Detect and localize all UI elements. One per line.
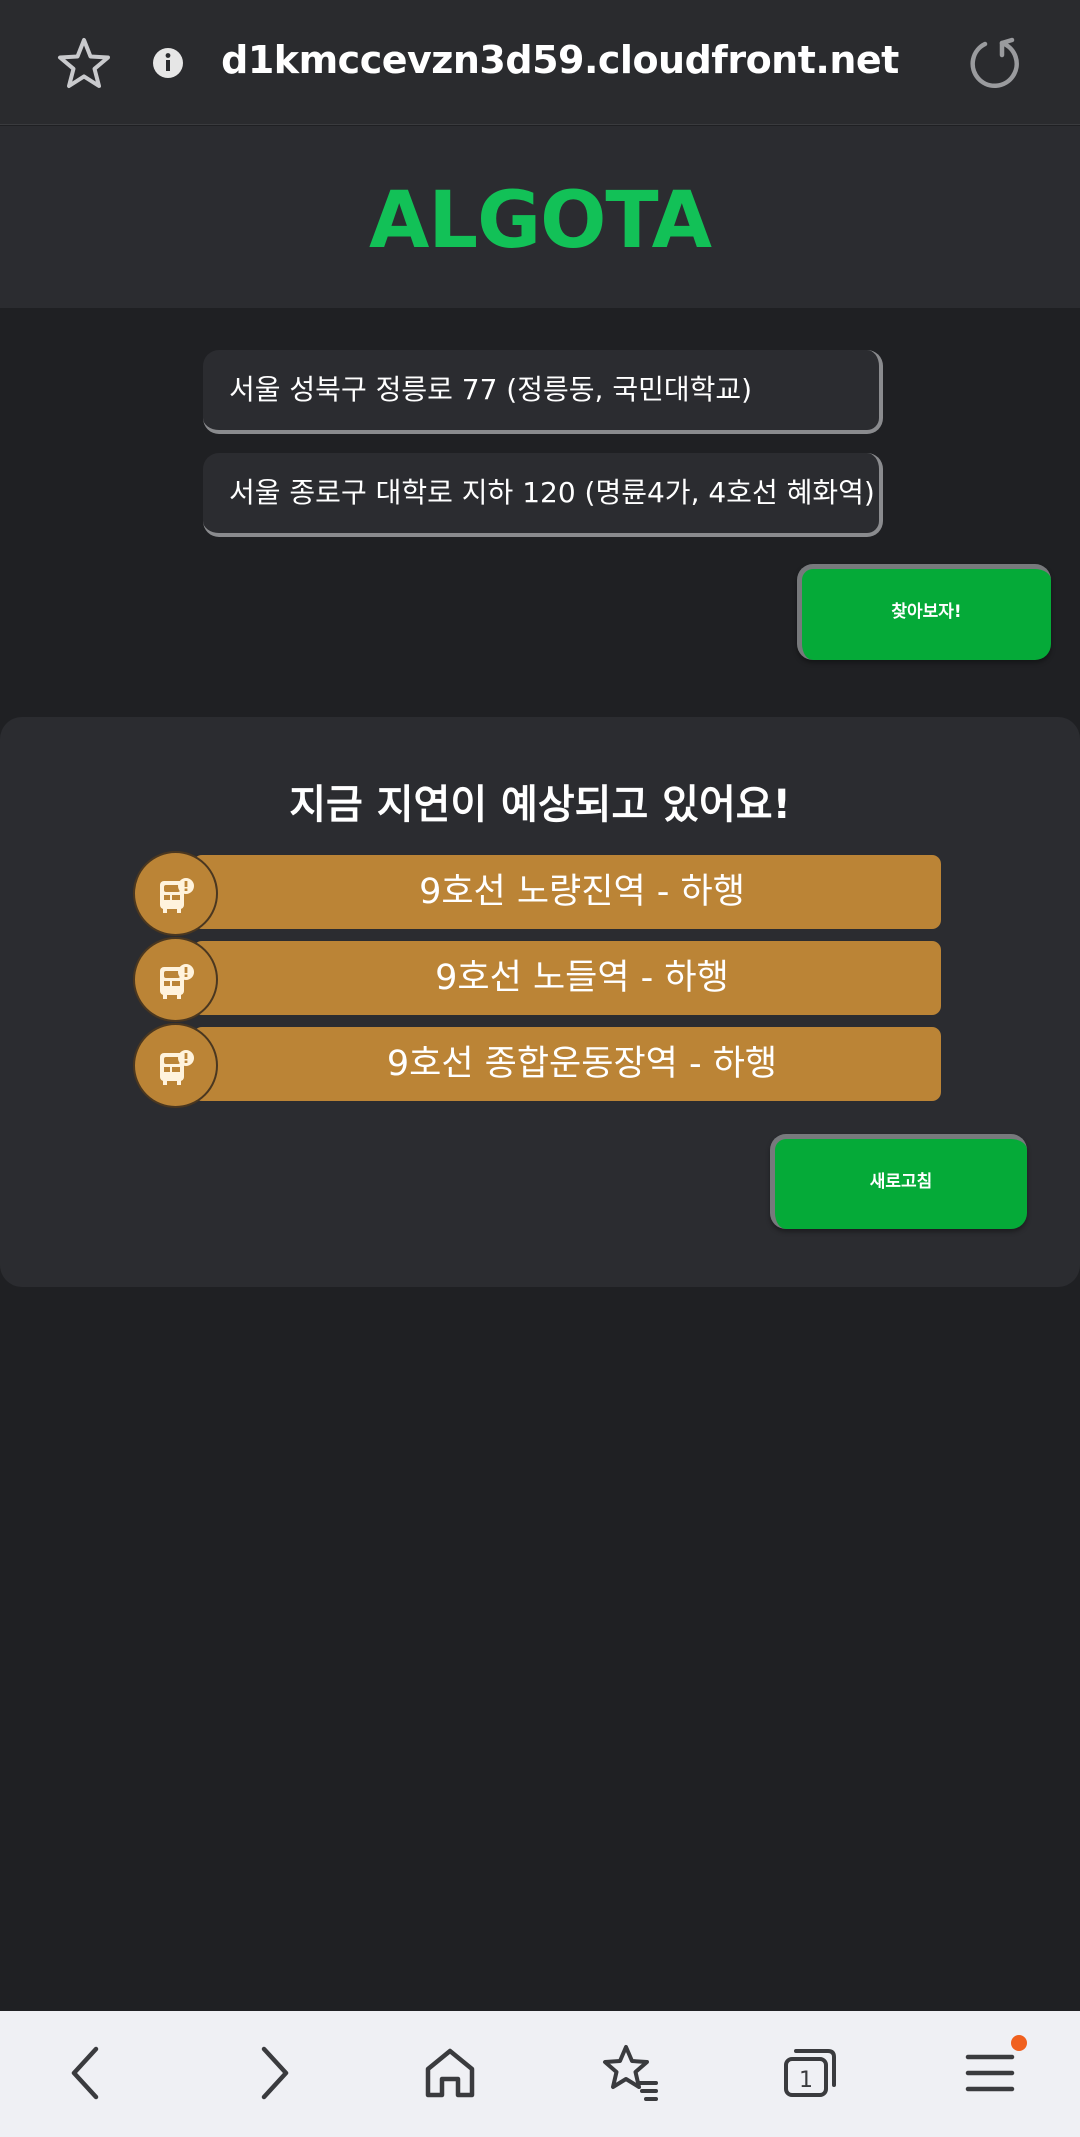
- favorites-list-icon[interactable]: [598, 2041, 662, 2105]
- delay-panel-title: 지금 지연이 예상되고 있어요!: [289, 782, 791, 828]
- destination-address-input[interactable]: 서울 종로구 대학로 지하 120 (명륜4가, 4호선 혜화역): [203, 453, 883, 537]
- forward-icon[interactable]: [240, 2041, 304, 2105]
- address-bar-url[interactable]: d1kmccevzn3d59.cloudfront.net: [200, 38, 920, 82]
- site-info-icon[interactable]: [152, 47, 184, 79]
- browser-bottom-nav: 1: [0, 2011, 1080, 2137]
- refresh-button[interactable]: 새로고침: [770, 1134, 1027, 1229]
- delay-alert-icon: [133, 1023, 218, 1108]
- search-route-button[interactable]: 찾아보자!: [797, 564, 1051, 660]
- delay-alert-icon: [133, 851, 218, 936]
- delay-alert-icon: [133, 937, 218, 1022]
- home-icon[interactable]: [418, 2041, 482, 2105]
- reload-icon[interactable]: [968, 35, 1024, 91]
- delay-item: 9호선 종합운동장역 - 하행: [133, 1023, 941, 1108]
- app-header: ALGOTA: [0, 126, 1080, 308]
- browser-top-bar: d1kmccevzn3d59.cloudfront.net: [0, 0, 1080, 125]
- menu-notification-badge: [1011, 2035, 1027, 2051]
- origin-address-input[interactable]: 서울 성북구 정릉로 77 (정릉동, 국민대학교): [203, 350, 883, 434]
- delay-item-label: 9호선 노량진역 - 하행: [193, 855, 941, 929]
- menu-icon[interactable]: [958, 2041, 1022, 2105]
- back-icon[interactable]: [56, 2041, 120, 2105]
- delay-item: 9호선 노량진역 - 하행: [133, 851, 941, 936]
- app-title-logo: ALGOTA: [369, 176, 712, 266]
- delay-item: 9호선 노들역 - 하행: [133, 937, 941, 1022]
- tabs-icon[interactable]: 1: [778, 2041, 842, 2105]
- delay-item-label: 9호선 노들역 - 하행: [193, 941, 941, 1015]
- tab-count: 1: [799, 2068, 813, 2093]
- delay-item-label: 9호선 종합운동장역 - 하행: [193, 1027, 941, 1101]
- bookmark-star-icon[interactable]: [55, 35, 113, 93]
